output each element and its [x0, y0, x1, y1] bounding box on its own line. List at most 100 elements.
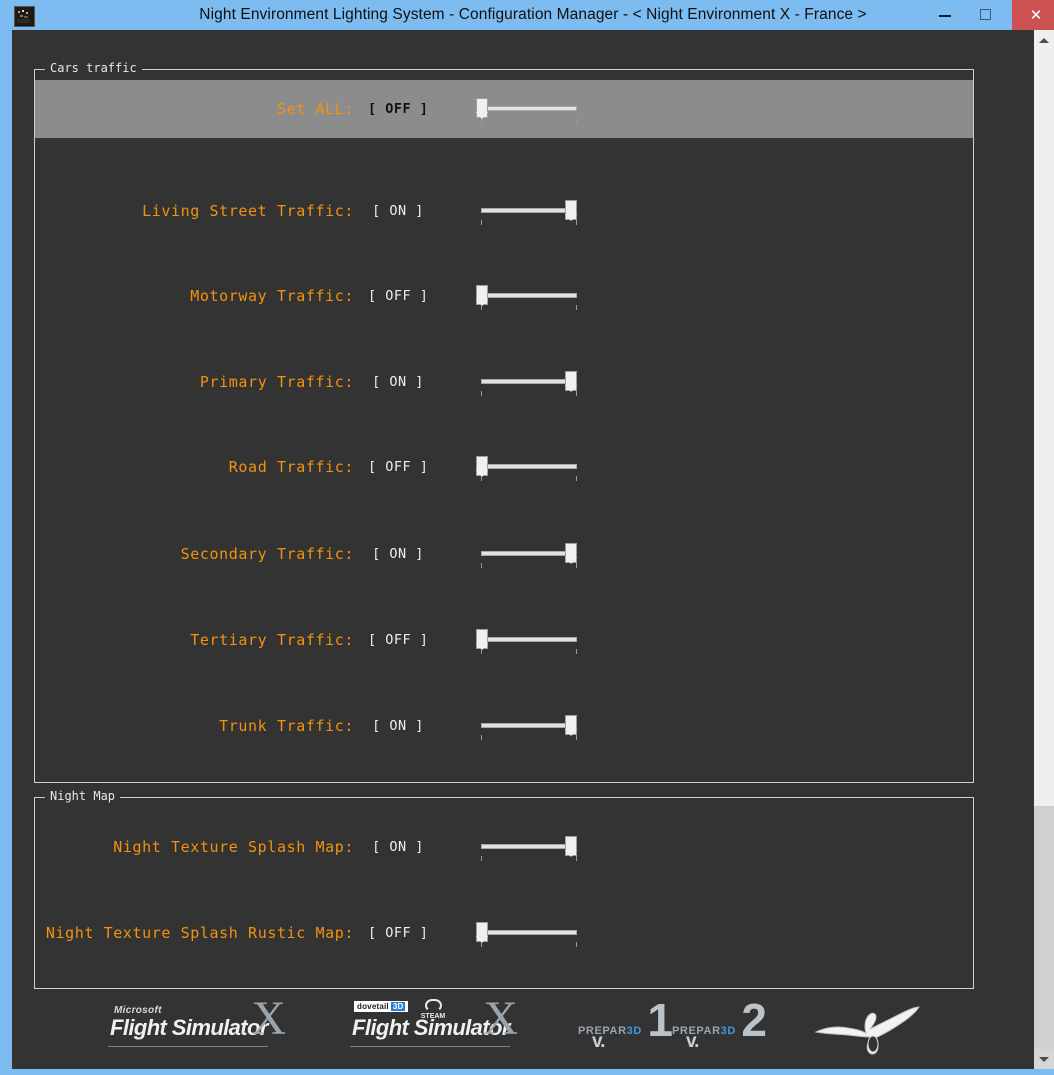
client-area: Cars traffic Set ALL: [ OFF ] Living Stree… [12, 30, 1054, 1069]
maximize-button[interactable] [970, 0, 1002, 30]
setting-row: Secondary Traffic: [ ON ] [35, 537, 973, 571]
bird-icon [814, 1006, 920, 1055]
slider-thumb[interactable] [476, 456, 488, 477]
window-controls: ✕ [929, 0, 1054, 30]
prepar3d-v1-word-3d: 3D [626, 1025, 642, 1037]
setting-state-value: [ ON ] [372, 203, 424, 219]
setting-slider[interactable] [475, 96, 583, 124]
slider-thumb[interactable] [565, 200, 577, 221]
setting-slider[interactable] [475, 283, 583, 311]
slider-track[interactable] [481, 464, 577, 469]
slider-tick-max [576, 305, 577, 310]
scroll-up-button[interactable] [1034, 30, 1054, 50]
chevron-up-icon [1039, 37, 1049, 43]
slider-track[interactable] [481, 637, 577, 642]
setting-slider[interactable] [475, 541, 583, 569]
setting-state-value: [ ON ] [372, 839, 424, 855]
fsx-x-text: X [251, 992, 286, 1045]
setting-slider[interactable] [475, 920, 583, 948]
slider-tick-max [576, 118, 577, 123]
slider-track[interactable] [481, 723, 577, 728]
scrollbar-thumb[interactable] [1034, 50, 1054, 806]
setting-label: Road Traffic: [228, 458, 354, 476]
logo-dovetail-fsx-steam: dovetail 3D STEAM Flight Simulator X [342, 991, 522, 1061]
setting-row: Primary Traffic: [ ON ] [35, 365, 973, 399]
dtg-x-text: X [483, 992, 518, 1045]
setting-slider[interactable] [475, 369, 583, 397]
app-window: Night Environment Lighting System - Conf… [0, 0, 1054, 1075]
slider-track[interactable] [481, 208, 577, 213]
prepar3d-v2: PREPAR3D v. 2 [672, 997, 767, 1052]
setting-row: Night Texture Splash Rustic Map: [ OFF ] [35, 916, 973, 950]
dtg-rule [350, 1046, 510, 1047]
setting-label: Trunk Traffic: [219, 717, 354, 735]
scroll-down-button[interactable] [1034, 1049, 1054, 1069]
slider-thumb[interactable] [565, 371, 577, 392]
setting-state-value: [ ON ] [372, 374, 424, 390]
dovetail-brand-text: dovetail [357, 1002, 389, 1011]
prepar3d-v2-word-3d: 3D [720, 1025, 736, 1037]
fsx-rule [108, 1046, 268, 1047]
close-icon: ✕ [1029, 7, 1043, 24]
group-cars-traffic-title: Cars traffic [45, 61, 142, 75]
group-cars-traffic: Cars traffic Set ALL: [ OFF ] Living Stree… [34, 61, 974, 783]
setting-row: Motorway Traffic: [ OFF ] [35, 279, 973, 313]
logo-microsoft-fsx: Microsoft Flight Simulator X [100, 991, 290, 1061]
steam-ring [424, 999, 442, 1012]
fsx-name-text: Flight Simulator [110, 1015, 268, 1040]
prepar3d-v2-num: 2 [741, 994, 767, 1046]
setting-state-value: [ OFF ] [368, 925, 429, 941]
slider-track[interactable] [481, 106, 577, 111]
setting-row: Living Street Traffic: [ ON ] [35, 194, 973, 228]
slider-tick-max [576, 476, 577, 481]
prepar3d-v1-word: PREPAR3D [578, 1025, 642, 1037]
slider-thumb[interactable] [476, 285, 488, 306]
group-night-map-title: Night Map [45, 789, 121, 803]
prepar3d-v1: PREPAR3D v. 1 [578, 997, 673, 1052]
setting-label: Set ALL: [276, 100, 354, 118]
setting-row: Night Texture Splash Map: [ ON ] [35, 830, 973, 864]
logo-prepar3d: PREPAR3D v. 1 PREPAR3D v. 2 [572, 991, 772, 1061]
minimize-button[interactable] [929, 0, 961, 30]
setting-label: Night Texture Splash Map: [113, 838, 354, 856]
slider-tick-min [481, 220, 482, 225]
setting-state-value: [ ON ] [372, 546, 424, 562]
setting-state-value: [ OFF ] [368, 459, 429, 475]
group-night-map: Night Map Night Texture Splash Map: [ ON … [34, 789, 974, 989]
setting-label: Motorway Traffic: [190, 287, 354, 305]
title-bar: Night Environment Lighting System - Conf… [6, 0, 1054, 30]
slider-tick-min [481, 856, 482, 861]
slider-thumb[interactable] [565, 836, 577, 857]
slider-thumb[interactable] [476, 922, 488, 943]
setting-slider[interactable] [475, 713, 583, 741]
setting-slider[interactable] [475, 627, 583, 655]
setting-label: Secondary Traffic: [180, 545, 354, 563]
setting-label: Primary Traffic: [199, 373, 354, 391]
window-title: Night Environment Lighting System - Conf… [199, 6, 867, 23]
slider-track[interactable] [481, 844, 577, 849]
slider-thumb[interactable] [565, 543, 577, 564]
logo-bar: Microsoft Flight Simulator X dovetail 3D … [12, 991, 1034, 1061]
prepar3d-v1-num: 1 [647, 994, 673, 1046]
slider-thumb[interactable] [565, 715, 577, 736]
setting-slider[interactable] [475, 454, 583, 482]
slider-track[interactable] [481, 551, 577, 556]
slider-tick-min [481, 563, 482, 568]
slider-thumb[interactable] [476, 629, 488, 650]
setting-label: Tertiary Traffic: [190, 631, 354, 649]
scroll-content: Cars traffic Set ALL: [ OFF ] Living Stree… [12, 30, 1034, 1069]
slider-track[interactable] [481, 293, 577, 298]
logo-bird [812, 991, 922, 1061]
setting-slider[interactable] [475, 198, 583, 226]
slider-tick-max [576, 942, 577, 947]
close-button[interactable]: ✕ [1012, 0, 1054, 30]
setting-state-value: [ OFF ] [368, 288, 429, 304]
slider-thumb[interactable] [476, 98, 488, 119]
minimize-icon [938, 15, 951, 17]
slider-track[interactable] [481, 379, 577, 384]
slider-track[interactable] [481, 930, 577, 935]
vertical-scrollbar[interactable] [1034, 30, 1054, 1069]
setting-row: Trunk Traffic: [ ON ] [35, 709, 973, 743]
setting-slider[interactable] [475, 834, 583, 862]
setting-row: Tertiary Traffic: [ OFF ] [35, 623, 973, 657]
